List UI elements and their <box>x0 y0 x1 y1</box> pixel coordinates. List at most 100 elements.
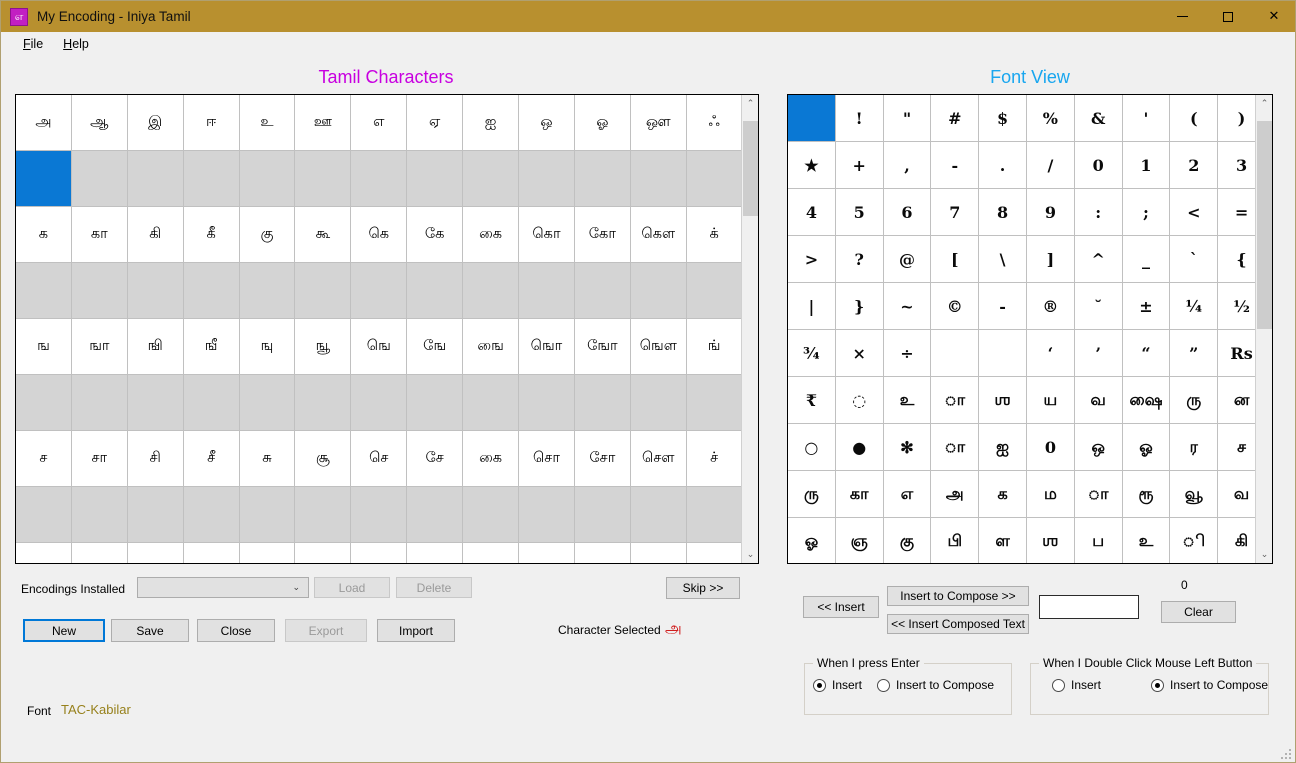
tamil-cell-1-7[interactable] <box>407 151 463 207</box>
font-cell-4-1[interactable]: } <box>836 283 884 330</box>
font-cell-7-7[interactable]: ஓ <box>1123 424 1171 471</box>
font-cell-0-5[interactable]: % <box>1027 95 1075 142</box>
tamil-cell-2-12[interactable]: க் <box>687 207 741 263</box>
font-cell-5-0[interactable]: ¾ <box>788 330 836 377</box>
font-cell-3-1[interactable]: ? <box>836 236 884 283</box>
clear-button[interactable]: Clear <box>1161 601 1236 623</box>
tamil-cell-2-9[interactable]: கொ <box>519 207 575 263</box>
font-cell-2-1[interactable]: 5 <box>836 189 884 236</box>
tamil-cell-3-4[interactable] <box>240 263 296 319</box>
font-cell-4-0[interactable]: | <box>788 283 836 330</box>
tamil-cell-0-7[interactable]: ஏ <box>407 95 463 151</box>
font-cell-6-0[interactable]: ₹ <box>788 377 836 424</box>
tamil-cell-1-3[interactable] <box>184 151 240 207</box>
tamil-cell-8-0[interactable] <box>16 543 72 563</box>
tamil-cell-3-7[interactable] <box>407 263 463 319</box>
tamil-cell-6-8[interactable]: கை <box>463 431 519 487</box>
tamil-cell-5-2[interactable] <box>128 375 184 431</box>
close-icon[interactable]: ✕ <box>1251 1 1296 32</box>
font-cell-8-0[interactable]: ரு <box>788 471 836 518</box>
font-cell-0-4[interactable]: $ <box>979 95 1027 142</box>
skip-button[interactable]: Skip >> <box>666 577 740 599</box>
font-cell-9-4[interactable]: ள <box>979 518 1027 563</box>
font-cell-5-8[interactable]: ” <box>1170 330 1218 377</box>
tamil-cell-0-12[interactable]: ஃ <box>687 95 741 151</box>
font-cell-2-6[interactable]: : <box>1075 189 1123 236</box>
tamil-cell-7-12[interactable] <box>687 487 741 543</box>
font-cell-4-9[interactable]: ½ <box>1218 283 1255 330</box>
insert-button[interactable]: << Insert <box>803 596 879 618</box>
tamil-cell-2-3[interactable]: கீ <box>184 207 240 263</box>
tamil-cell-6-9[interactable]: சொ <box>519 431 575 487</box>
font-cell-8-5[interactable]: ம <box>1027 471 1075 518</box>
font-cell-3-0[interactable]: > <box>788 236 836 283</box>
radio-dblclick-insert[interactable]: Insert <box>1052 678 1101 692</box>
font-cell-7-5[interactable]: 0 <box>1027 424 1075 471</box>
tamil-cell-1-2[interactable] <box>128 151 184 207</box>
tamil-cell-1-6[interactable] <box>351 151 407 207</box>
font-cell-4-6[interactable]: ˘ <box>1075 283 1123 330</box>
tamil-cell-5-10[interactable] <box>575 375 631 431</box>
tamil-cell-6-1[interactable]: சா <box>72 431 128 487</box>
font-cell-9-5[interactable]: ஶ <box>1027 518 1075 563</box>
tamil-cell-4-0[interactable]: ங <box>16 319 72 375</box>
tamil-cell-7-8[interactable] <box>463 487 519 543</box>
font-cell-3-3[interactable]: [ <box>931 236 979 283</box>
tamil-cell-2-5[interactable]: கூ <box>295 207 351 263</box>
tamil-cell-4-5[interactable]: ஙூ <box>295 319 351 375</box>
font-cell-3-6[interactable]: ^ <box>1075 236 1123 283</box>
font-grid-scrollbar[interactable]: ⌃ ⌄ <box>1255 95 1272 563</box>
tamil-cell-3-12[interactable] <box>687 263 741 319</box>
tamil-cell-1-0[interactable] <box>16 151 72 207</box>
tamil-cell-3-8[interactable] <box>463 263 519 319</box>
font-cell-0-2[interactable]: " <box>884 95 932 142</box>
font-cell-5-4[interactable] <box>979 330 1027 377</box>
tamil-cell-1-9[interactable] <box>519 151 575 207</box>
tamil-cell-4-4[interactable]: ஙு <box>240 319 296 375</box>
font-cell-5-1[interactable]: × <box>836 330 884 377</box>
tamil-cell-6-2[interactable]: சி <box>128 431 184 487</box>
tamil-cell-0-4[interactable]: உ <box>240 95 296 151</box>
tamil-cell-6-6[interactable]: செ <box>351 431 407 487</box>
tamil-cell-8-7[interactable] <box>407 543 463 563</box>
scroll-up-icon[interactable]: ⌃ <box>742 95 759 112</box>
font-scroll-thumb[interactable] <box>1257 121 1272 329</box>
font-cell-5-2[interactable]: ÷ <box>884 330 932 377</box>
radio-enter-insert[interactable]: Insert <box>813 678 862 692</box>
tamil-cell-6-4[interactable]: சு <box>240 431 296 487</box>
tamil-cell-3-0[interactable] <box>16 263 72 319</box>
tamil-cell-7-3[interactable] <box>184 487 240 543</box>
tamil-cell-7-4[interactable] <box>240 487 296 543</box>
font-cell-2-2[interactable]: 6 <box>884 189 932 236</box>
tamil-cell-5-1[interactable] <box>72 375 128 431</box>
tamil-cell-2-11[interactable]: கௌ <box>631 207 687 263</box>
font-cell-1-5[interactable]: / <box>1027 142 1075 189</box>
tamil-cell-0-10[interactable]: ஓ <box>575 95 631 151</box>
font-cell-3-2[interactable]: @ <box>884 236 932 283</box>
font-cell-0-1[interactable]: ! <box>836 95 884 142</box>
font-cell-7-2[interactable]: ✻ <box>884 424 932 471</box>
new-button[interactable]: New <box>23 619 105 642</box>
tamil-cell-8-4[interactable] <box>240 543 296 563</box>
close-button[interactable]: Close <box>197 619 275 642</box>
tamil-cell-0-1[interactable]: ஆ <box>72 95 128 151</box>
font-cell-6-8[interactable]: ரு <box>1170 377 1218 424</box>
font-cell-8-9[interactable]: வ <box>1218 471 1255 518</box>
tamil-cell-2-8[interactable]: கை <box>463 207 519 263</box>
insert-composed-text-button[interactable]: << Insert Composed Text <box>887 614 1029 634</box>
font-cell-5-6[interactable]: ’ <box>1075 330 1123 377</box>
scroll-down-icon[interactable]: ⌄ <box>1256 546 1273 563</box>
font-cell-8-8[interactable]: வூ <box>1170 471 1218 518</box>
tamil-cell-6-12[interactable]: ச் <box>687 431 741 487</box>
tamil-cell-8-1[interactable] <box>72 543 128 563</box>
tamil-cell-4-1[interactable]: ஙா <box>72 319 128 375</box>
tamil-cell-7-10[interactable] <box>575 487 631 543</box>
tamil-cell-6-5[interactable]: சூ <box>295 431 351 487</box>
tamil-cell-7-7[interactable] <box>407 487 463 543</box>
tamil-cell-6-0[interactable]: ச <box>16 431 72 487</box>
font-cell-1-3[interactable]: - <box>931 142 979 189</box>
tamil-cell-8-2[interactable] <box>128 543 184 563</box>
insert-to-compose-button[interactable]: Insert to Compose >> <box>887 586 1029 606</box>
tamil-cell-3-5[interactable] <box>295 263 351 319</box>
font-cell-8-1[interactable]: கா <box>836 471 884 518</box>
